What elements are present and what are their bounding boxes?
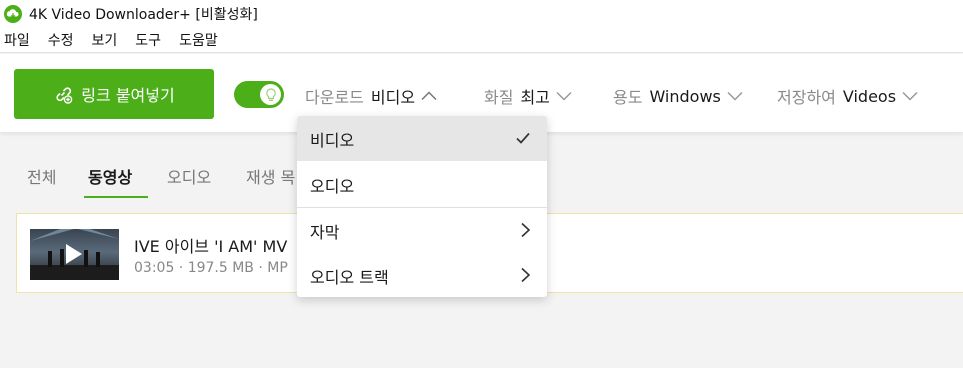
menu-edit[interactable]: 수정 [45,30,77,50]
tab-audio[interactable]: 오디오 [167,164,211,188]
save-location-selector[interactable]: 저장하여 Videos [777,84,918,108]
chevron-right-icon [521,222,531,238]
play-icon [66,244,82,264]
menu-view[interactable]: 보기 [89,30,121,50]
paste-link-label: 링크 붙여넣기 [81,86,175,105]
item-meta: 03:05 · 197.5 MB · MP [134,260,288,276]
video-thumbnail[interactable] [30,229,119,280]
quality-label: 화질 [484,88,514,107]
chevron-down-icon [727,91,743,101]
usage-label: 용도 [613,88,643,107]
chevron-down-icon [556,91,572,101]
tab-all[interactable]: 전체 [27,164,56,188]
chevron-up-icon [421,91,437,101]
dropdown-option-audio[interactable]: 오디오 [297,162,547,207]
tab-video[interactable]: 동영상 [88,164,132,188]
save-location-label: 저장하여 [777,88,836,107]
tab-playlist[interactable]: 재생 목 [246,164,295,188]
dropdown-option-label: 비디오 [310,130,355,150]
dropdown-option-audio-track[interactable]: 오디오 트랙 [297,253,547,297]
link-plus-icon [56,87,73,104]
dropdown-option-label: 오디오 트랙 [310,267,389,287]
dropdown-option-video[interactable]: 비디오 [297,116,547,161]
title-bar: 4K Video Downloader+ [비활성화] [0,0,963,27]
active-tab-indicator [84,196,148,198]
download-type-label: 다운로드 [305,88,364,107]
menu-file[interactable]: 파일 [1,30,33,50]
menu-tools[interactable]: 도구 [132,30,164,50]
menu-bar: 파일 수정 보기 도구 도움말 [0,27,963,53]
chevron-down-icon [902,91,918,101]
dropdown-option-subtitles[interactable]: 자막 [297,208,547,253]
save-location-value: Videos [842,86,897,106]
window-title: 4K Video Downloader+ [비활성화] [29,6,258,23]
app-logo-icon [4,4,22,23]
quality-value: 최고 [520,88,550,107]
toggle-knob [260,84,281,105]
download-type-selector[interactable]: 다운로드 비디오 [305,84,437,108]
smart-mode-toggle[interactable] [234,81,284,108]
check-icon [516,132,530,144]
dropdown-option-label: 자막 [310,222,340,242]
download-type-value: 비디오 [370,88,416,107]
menu-help[interactable]: 도움말 [176,30,221,50]
bulb-icon [265,87,276,101]
paste-link-button[interactable]: 링크 붙여넣기 [14,69,214,119]
quality-selector[interactable]: 화질 최고 [484,84,572,108]
chevron-right-icon [521,267,531,283]
download-type-dropdown: 비디오 오디오 자막 오디오 트랙 [297,116,547,297]
dropdown-option-label: 오디오 [310,176,355,196]
usage-value: Windows [649,86,721,106]
usage-selector[interactable]: 용도 Windows [613,84,743,108]
item-title: IVE 아이브 'I AM' MV [134,237,288,256]
